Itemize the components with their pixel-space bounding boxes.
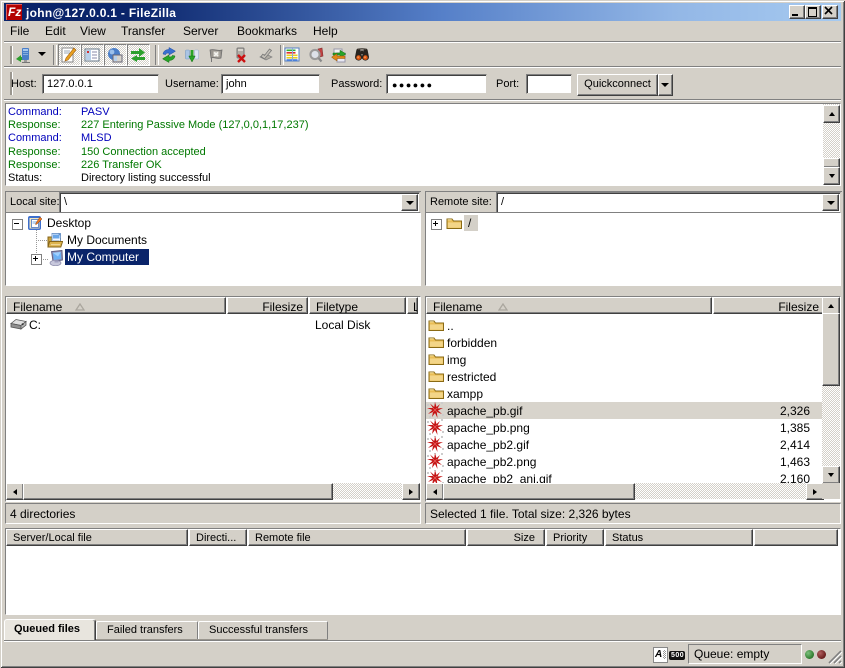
- svg-text:Fz: Fz: [8, 5, 21, 19]
